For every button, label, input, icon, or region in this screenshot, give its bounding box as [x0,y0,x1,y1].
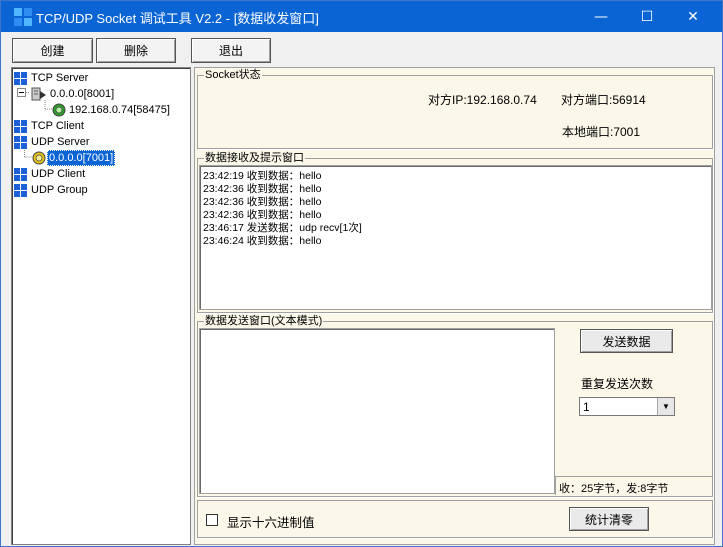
repeat-count-label: 重复发送次数 [581,377,654,391]
repeat-count-value: 1 [583,400,590,414]
tree-node-icon [14,135,27,149]
tree-node-icon [14,183,27,197]
tree-item-udp-listener[interactable]: 0.0.0.0[7001] [32,150,116,166]
tree-item-label: UDP Group [31,184,88,196]
window-title: TCP/UDP Socket 调试工具 V2.2 - [数据收发窗口] [36,11,319,26]
tree-item-label: TCP Client [31,120,84,132]
reset-stats-button[interactable]: 统计清零 [569,507,649,531]
title-bar[interactable]: TCP/UDP Socket 调试工具 V2.2 - [数据收发窗口] — ☐ … [1,1,722,32]
create-button[interactable]: 创建 [12,38,93,63]
log-line: 23:42:36 收到数据：hello [203,183,322,195]
delete-button[interactable]: 删除 [96,38,176,63]
tree-item-udp-server[interactable]: UDP Server [14,134,89,150]
socket-tree[interactable]: TCP Server 0.0.0.0[8001] 192.168.0.74[58… [11,67,191,545]
send-legend: 数据发送窗口(文本模式) [204,314,324,328]
close-button[interactable]: ✕ [670,1,716,32]
connection-globe-icon [32,151,46,165]
tree-item-label: TCP Server [31,72,89,84]
toolbar: 创建 删除 退出 [1,32,722,66]
tree-item-label-selected: 0.0.0.0[7001] [47,150,116,166]
remote-ip-label: 对方IP:192.168.0.74 [428,93,537,107]
tree-node-icon [14,167,27,181]
maximize-button[interactable]: ☐ [624,1,670,32]
socket-status-legend: Socket状态 [204,68,262,82]
log-line: 23:46:17 发送数据：udp recv[1次] [203,222,362,234]
tree-item-label: 0.0.0.0[8001] [50,88,115,100]
tree-item-label: UDP Client [31,168,86,180]
log-line: 23:46:24 收到数据：hello [203,235,322,247]
tree-item-label: UDP Server [31,136,90,148]
send-data-button[interactable]: 发送数据 [580,329,673,353]
log-line: 23:42:19 收到数据：hello [203,170,322,182]
receive-legend: 数据接收及提示窗口 [204,151,305,165]
app-window: TCP/UDP Socket 调试工具 V2.2 - [数据收发窗口] — ☐ … [0,0,723,547]
byte-counter: 收：25字节，发:8字节 [555,476,712,495]
tree-item-udp-client[interactable]: UDP Client [14,166,85,182]
hex-display-label: 显示十六进制值 [227,516,315,530]
local-port-label: 本地端口:7001 [562,125,641,139]
tree-item-tcp-listener[interactable]: 0.0.0.0[8001] [31,86,114,102]
exit-button[interactable]: 退出 [191,38,271,63]
chevron-down-icon[interactable]: ▼ [657,398,674,415]
tree-node-icon [14,119,27,133]
log-line: 23:42:36 收到数据：hello [203,209,322,221]
app-icon [14,8,32,26]
tree-item-udp-group[interactable]: UDP Group [14,182,88,198]
tree-node-icon [14,71,27,85]
log-line: 23:42:36 收到数据：hello [203,196,322,208]
minimize-button[interactable]: — [578,1,624,32]
hex-display-checkbox[interactable] [206,514,218,526]
tree-item-label: 192.168.0.74[58475] [69,104,170,116]
receive-log[interactable]: 23:42:19 收到数据：hello 23:42:36 收到数据：hello … [199,165,712,310]
repeat-count-select[interactable]: 1 ▼ [579,397,675,416]
tree-item-tcp-connection[interactable]: 192.168.0.74[58475] [52,102,170,118]
remote-port-label: 对方端口:56914 [561,93,646,107]
tree-item-tcp-client[interactable]: TCP Client [14,118,84,134]
tree-item-tcp-server[interactable]: TCP Server [14,70,88,86]
connection-globe-icon [52,103,66,117]
server-play-icon [31,87,46,101]
send-textarea[interactable] [199,328,555,494]
